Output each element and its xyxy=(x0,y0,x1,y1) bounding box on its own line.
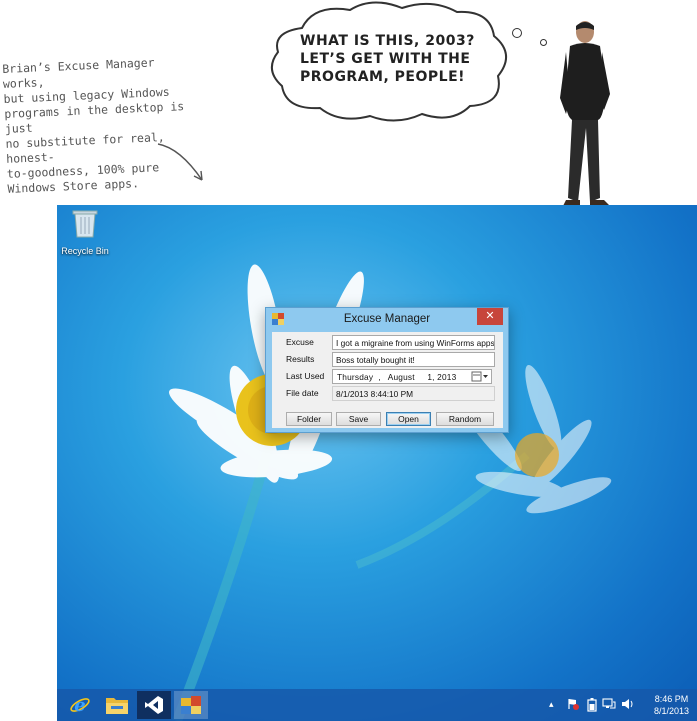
last-used-label: Last Used xyxy=(286,371,325,381)
annotation-arrow xyxy=(157,143,203,181)
thought-dot-small xyxy=(540,39,547,46)
calendar-dropdown-icon[interactable] xyxy=(471,371,489,382)
window-title: Excuse Manager xyxy=(343,313,431,325)
daisy-wallpaper xyxy=(169,264,612,721)
thought-text: What is this, 2003? Let’s get with the p… xyxy=(300,33,475,85)
file-date-row: File date 8/1/2013 8:44:10 PM xyxy=(272,386,503,402)
tray-overflow-chevron[interactable]: ▴ xyxy=(549,699,554,710)
excuse-manager-window: Excuse Manager ✕ Excuse I got a migraine… xyxy=(265,307,509,433)
random-button[interactable]: Random xyxy=(436,412,494,426)
results-field[interactable]: Boss totally bought it! xyxy=(332,352,495,367)
close-button[interactable]: ✕ xyxy=(477,308,503,325)
thought-dot-large xyxy=(512,28,522,38)
clock-date: 8/1/2013 xyxy=(653,706,689,716)
file-date-label: File date xyxy=(286,388,319,398)
person-illustration xyxy=(560,21,612,208)
clock-time: 8:46 PM xyxy=(654,694,689,704)
file-explorer-icon xyxy=(106,698,128,714)
taskbar-file-explorer[interactable] xyxy=(100,691,134,719)
save-button[interactable]: Save xyxy=(336,412,381,426)
recycle-bin-label: Recycle Bin xyxy=(61,246,109,256)
excuse-manager-icon xyxy=(181,696,201,714)
last-used-value: Thursday , August 1, 2013 xyxy=(337,372,457,382)
recycle-bin-icon xyxy=(72,210,98,238)
results-row: Results Boss totally bought it! xyxy=(272,352,503,368)
taskbar-clock[interactable]: 8:46 PM 8/1/2013 xyxy=(654,693,689,717)
excuse-row: Excuse I got a migraine from using WinFo… xyxy=(272,335,503,351)
taskbar-internet-explorer[interactable]: e xyxy=(63,691,97,719)
taskbar: e ▴ 8:46 PM 8/1/2013 xyxy=(57,689,697,721)
folder-button[interactable]: Folder xyxy=(286,412,332,426)
excuse-field[interactable]: I got a migraine from using WinForms app… xyxy=(332,335,495,350)
action-center-flag-icon[interactable] xyxy=(567,698,579,710)
svg-text:e: e xyxy=(74,695,85,716)
volume-icon[interactable] xyxy=(621,698,635,710)
taskbar-excuse-manager[interactable] xyxy=(174,691,208,719)
desktop: Recycle Bin Excuse Manager ✕ Excuse I go… xyxy=(57,205,697,721)
internet-explorer-icon: e xyxy=(70,695,90,716)
file-date-field: 8/1/2013 8:44:10 PM xyxy=(332,386,495,401)
last-used-row: Last Used Thursday , August 1, 2013 xyxy=(272,369,503,385)
visual-studio-icon xyxy=(145,696,163,714)
window-titlebar[interactable]: Excuse Manager ✕ xyxy=(266,308,508,331)
window-client-area: Excuse I got a migraine from using WinFo… xyxy=(272,332,503,428)
open-button[interactable]: Open xyxy=(386,412,431,426)
recycle-bin[interactable]: Recycle Bin xyxy=(59,207,111,256)
network-icon[interactable] xyxy=(602,698,616,710)
excuse-label: Excuse xyxy=(286,337,314,347)
results-label: Results xyxy=(286,354,315,364)
taskbar-visual-studio[interactable] xyxy=(137,691,171,719)
battery-icon[interactable] xyxy=(587,698,597,712)
last-used-date-picker[interactable]: Thursday , August 1, 2013 xyxy=(332,369,492,384)
